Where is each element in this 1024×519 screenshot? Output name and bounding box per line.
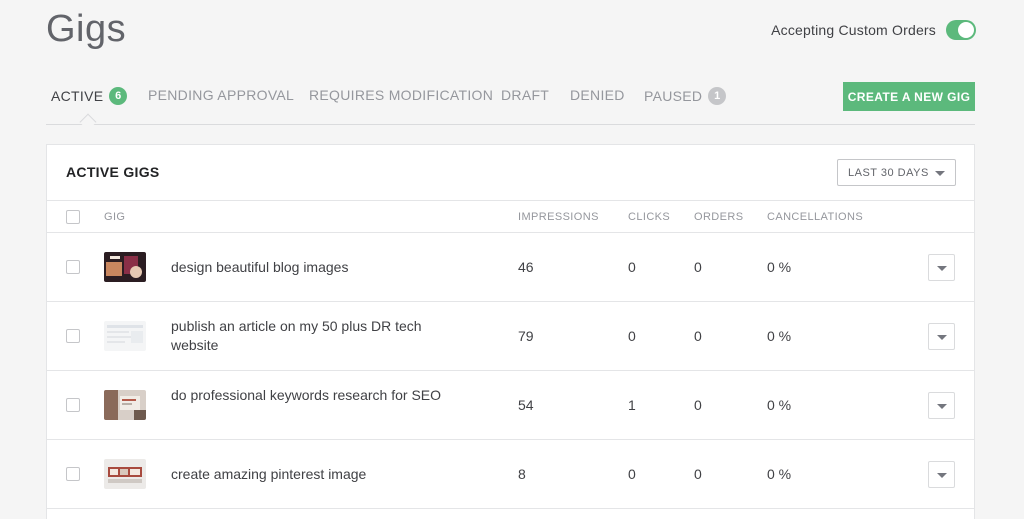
- tab-requires-modification[interactable]: REQUIRES MODIFICATION: [309, 87, 493, 103]
- gig-thumbnail[interactable]: [104, 459, 146, 489]
- tab-requires-modification-label: REQUIRES MODIFICATION: [309, 87, 494, 103]
- row-checkbox[interactable]: [66, 329, 80, 343]
- table-row: do professional keywords research for SE…: [47, 371, 974, 440]
- row-checkbox[interactable]: [66, 467, 80, 481]
- row-checkbox[interactable]: [66, 398, 80, 412]
- custom-orders-toggle[interactable]: [946, 20, 976, 40]
- table-row: design beautiful blog images 46 0 0 0 %: [47, 233, 974, 302]
- custom-orders-label: Accepting Custom Orders: [771, 22, 936, 38]
- cancellations-value: 0 %: [767, 397, 792, 413]
- column-header-orders: ORDERS: [694, 211, 744, 223]
- cancellations-value: 0 %: [767, 466, 792, 482]
- chevron-down-icon: [935, 171, 945, 176]
- row-actions-button[interactable]: [928, 323, 955, 350]
- orders-value: 0: [694, 328, 702, 344]
- impressions-value: 54: [518, 397, 534, 413]
- create-new-gig-button[interactable]: CREATE A NEW GIG: [843, 82, 975, 111]
- gig-title-link[interactable]: create amazing pinterest image: [171, 465, 451, 484]
- tab-paused[interactable]: PAUSED 1: [644, 87, 727, 105]
- row-actions-button[interactable]: [928, 461, 955, 488]
- active-tab-indicator: [79, 113, 97, 131]
- impressions-value: 8: [518, 466, 526, 482]
- tab-draft[interactable]: DRAFT: [501, 87, 549, 103]
- select-all-checkbox[interactable]: [66, 210, 80, 224]
- chevron-down-icon: [937, 404, 947, 409]
- column-header-gig: GIG: [104, 211, 126, 223]
- gig-title-link[interactable]: design beautiful blog images: [171, 258, 451, 277]
- tab-active-count-badge: 6: [109, 87, 128, 105]
- active-gigs-panel: ACTIVE GIGS LAST 30 DAYS GIG IMPRESSIONS…: [46, 144, 975, 519]
- orders-value: 0: [694, 259, 702, 275]
- tab-active-label: ACTIVE: [51, 88, 104, 104]
- chevron-down-icon: [937, 335, 947, 340]
- row-actions-button[interactable]: [928, 392, 955, 419]
- tab-pending-approval-label: PENDING APPROVAL: [148, 87, 295, 103]
- table-row: publish an article on my 50 plus DR tech…: [47, 302, 974, 371]
- impressions-value: 79: [518, 328, 534, 344]
- period-selected-value: LAST 30 DAYS: [848, 166, 929, 179]
- clicks-value: 0: [628, 466, 636, 482]
- row-checkbox[interactable]: [66, 260, 80, 274]
- chevron-down-icon: [937, 266, 947, 271]
- clicks-value: 0: [628, 259, 636, 275]
- column-header-impressions: IMPRESSIONS: [518, 211, 599, 223]
- impressions-value: 46: [518, 259, 534, 275]
- tab-denied[interactable]: DENIED: [570, 87, 625, 103]
- cancellations-value: 0 %: [767, 259, 792, 275]
- tab-pending-approval[interactable]: PENDING APPROVAL: [148, 87, 294, 103]
- cancellations-value: 0 %: [767, 328, 792, 344]
- row-actions-button[interactable]: [928, 254, 955, 281]
- page-title: Gigs: [46, 8, 127, 50]
- orders-value: 0: [694, 466, 702, 482]
- table-header: GIG IMPRESSIONS CLICKS ORDERS CANCELLATI…: [47, 200, 974, 233]
- gig-thumbnail[interactable]: [104, 390, 146, 420]
- tab-active[interactable]: ACTIVE 6: [51, 87, 128, 105]
- tab-paused-count-badge: 1: [708, 87, 727, 105]
- gig-thumbnail[interactable]: [104, 252, 146, 282]
- custom-orders-toggle-group: Accepting Custom Orders: [771, 20, 976, 40]
- column-header-cancellations: CANCELLATIONS: [767, 211, 864, 223]
- gig-title-link[interactable]: publish an article on my 50 plus DR tech…: [171, 317, 451, 355]
- clicks-value: 0: [628, 328, 636, 344]
- tab-denied-label: DENIED: [570, 87, 625, 103]
- gig-title-link[interactable]: do professional keywords research for SE…: [171, 386, 451, 405]
- tab-draft-label: DRAFT: [501, 87, 550, 103]
- gig-thumbnail[interactable]: [104, 321, 146, 351]
- orders-value: 0: [694, 397, 702, 413]
- period-dropdown[interactable]: LAST 30 DAYS: [837, 159, 956, 186]
- gig-status-tabs: ACTIVE 6 PENDING APPROVAL REQUIRES MODIF…: [46, 82, 975, 131]
- toggle-knob: [958, 22, 974, 38]
- clicks-value: 1: [628, 397, 636, 413]
- column-header-clicks: CLICKS: [628, 211, 671, 223]
- table-row: create amazing pinterest image 8 0 0 0 %: [47, 440, 974, 509]
- chevron-down-icon: [937, 473, 947, 478]
- tab-paused-label: PAUSED: [644, 88, 703, 104]
- panel-title: ACTIVE GIGS: [66, 164, 160, 180]
